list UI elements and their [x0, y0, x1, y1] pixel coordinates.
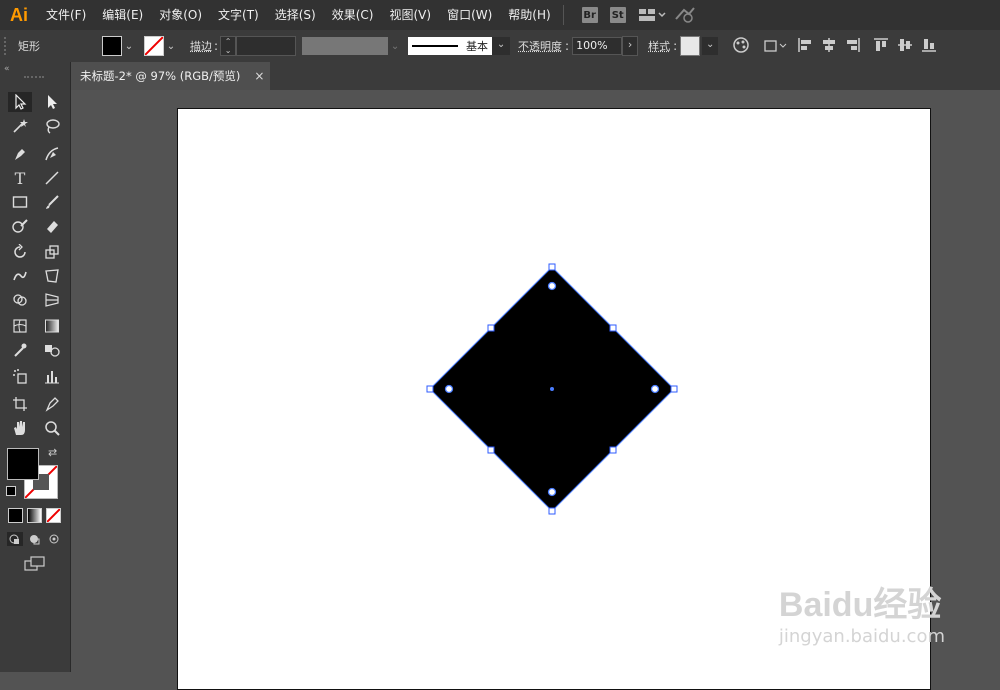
menu-edit[interactable]: 编辑(E) — [94, 0, 151, 30]
align-bottom-icon[interactable] — [920, 36, 938, 57]
draw-inside-icon[interactable] — [47, 532, 63, 546]
menu-view[interactable]: 视图(V) — [381, 0, 439, 30]
free-transform-tool-icon[interactable] — [40, 266, 64, 286]
transform-icon[interactable] — [762, 36, 788, 57]
mesh-tool-icon[interactable] — [8, 316, 32, 336]
variable-width-profile[interactable] — [302, 37, 389, 55]
style-dropdown-icon[interactable]: ⌄ — [702, 37, 719, 55]
panel-grip — [24, 76, 44, 78]
menu-effect[interactable]: 效果(C) — [324, 0, 382, 30]
line-segment-tool-icon[interactable] — [40, 168, 64, 188]
brush-line — [412, 45, 459, 47]
align-left-icon[interactable] — [796, 36, 814, 57]
zoom-tool-icon[interactable] — [40, 418, 64, 438]
stroke-weight-input[interactable] — [236, 36, 297, 56]
rectangle-tool-icon[interactable] — [8, 192, 32, 212]
menu-type[interactable]: 文字(T) — [210, 0, 267, 30]
workspace-switcher-icon[interactable] — [638, 7, 666, 23]
rotate-tool-icon[interactable] — [8, 242, 32, 262]
gradient-tool-icon[interactable] — [40, 316, 64, 336]
artboard-tool-icon[interactable] — [8, 394, 32, 414]
default-fill-stroke-icon[interactable] — [6, 486, 16, 496]
none-mode-button[interactable] — [46, 508, 61, 523]
fill-dropdown-icon[interactable]: ⌄ — [122, 41, 136, 52]
baidu-watermark: Baidu经验 jingyan.baidu.com — [779, 577, 945, 647]
document-tab-title: 未标题-2* @ 97% (RGB/预览) — [80, 69, 241, 83]
variable-width-dropdown-icon[interactable]: ⌄ — [388, 41, 402, 52]
slice-tool-icon[interactable] — [40, 394, 64, 414]
menu-window[interactable]: 窗口(W) — [439, 0, 500, 30]
app-logo: Ai — [10, 4, 28, 25]
pen-tool-icon[interactable] — [8, 144, 32, 164]
fill-color-box[interactable] — [7, 448, 39, 480]
scale-tool-icon[interactable] — [40, 242, 64, 262]
shape-builder-tool-icon[interactable] — [8, 290, 32, 310]
selection-tool-icon[interactable] — [8, 92, 32, 112]
align-horizontal-center-icon[interactable] — [820, 36, 838, 57]
stock-button[interactable]: St — [609, 7, 626, 23]
opacity-label[interactable]: 不透明度 — [518, 38, 562, 54]
object-type-label: 矩形 — [18, 40, 40, 53]
warp-tool-icon[interactable] — [8, 266, 32, 286]
bridge-button[interactable]: Br — [581, 7, 598, 23]
menu-bar: Ai 文件(F) 编辑(E) 对象(O) 文字(T) 选择(S) 效果(C) 视… — [0, 0, 1000, 30]
hand-tool-icon[interactable] — [8, 418, 32, 438]
stroke-colon: : — [214, 39, 219, 53]
menu-divider — [562, 5, 576, 25]
canvas-area[interactable]: Baidu经验 jingyan.baidu.com — [71, 90, 1000, 690]
watermark-brand: Baidu经验 — [778, 586, 942, 624]
menu-object[interactable]: 对象(O) — [151, 0, 210, 30]
stroke-dropdown-icon[interactable]: ⌄ — [164, 41, 178, 52]
panel-grip — [4, 37, 10, 55]
eraser-tool-icon[interactable] — [40, 216, 64, 236]
gradient-mode-button[interactable] — [27, 508, 42, 523]
lasso-tool-icon[interactable] — [40, 116, 64, 136]
menu-help[interactable]: 帮助(H) — [500, 0, 558, 30]
brush-definition[interactable]: 基本 — [408, 37, 493, 55]
stroke-weight-stepper[interactable]: ⌃ ⌄ — [220, 36, 237, 56]
recolor-artwork-icon[interactable] — [732, 36, 750, 57]
type-tool-icon[interactable]: T — [8, 168, 32, 188]
magic-wand-tool-icon[interactable] — [8, 116, 32, 136]
watermark-url: jingyan.baidu.com — [778, 626, 945, 647]
opacity-input[interactable]: 100% — [572, 37, 623, 55]
draw-normal-icon[interactable] — [7, 532, 23, 546]
fill-swatch[interactable] — [102, 36, 122, 56]
style-swatch[interactable] — [680, 36, 701, 56]
style-label[interactable]: 样式 — [648, 38, 670, 54]
align-right-icon[interactable] — [844, 36, 862, 57]
shaper-tool-icon[interactable] — [8, 216, 32, 236]
align-vertical-center-icon[interactable] — [896, 36, 914, 57]
close-tab-icon[interactable]: × — [254, 69, 264, 83]
perspective-grid-tool-icon[interactable] — [40, 290, 64, 310]
symbol-sprayer-tool-icon[interactable] — [8, 366, 32, 386]
tools-panel: « T ⇄ — [0, 62, 71, 672]
brush-dropdown-icon[interactable]: ⌄ — [492, 37, 511, 55]
change-screen-mode-icon[interactable] — [24, 556, 46, 575]
align-top-icon[interactable] — [872, 36, 890, 57]
menu-file[interactable]: 文件(F) — [38, 0, 94, 30]
paintbrush-tool-icon[interactable] — [40, 192, 64, 212]
draw-behind-icon[interactable] — [27, 532, 43, 546]
document-tab[interactable]: 未标题-2* @ 97% (RGB/预览) × — [70, 62, 270, 90]
control-bar: 矩形 ⌄ ⌄ 描边 : ⌃ ⌄ ⌄ 基本 ⌄ 不透明度 : 100% › 样式 :… — [0, 30, 1000, 63]
opacity-colon: : — [565, 39, 570, 53]
brush-profile-label: 基本 — [466, 40, 489, 53]
stroke-label[interactable]: 描边 — [190, 38, 212, 54]
column-graph-tool-icon[interactable] — [40, 366, 64, 386]
gpu-performance-icon[interactable] — [674, 5, 696, 26]
stroke-swatch[interactable] — [144, 36, 164, 56]
color-mode-button[interactable] — [8, 508, 23, 523]
eyedropper-tool-icon[interactable] — [8, 340, 32, 360]
opacity-arrow-icon[interactable]: › — [622, 36, 639, 56]
style-colon: : — [673, 39, 678, 53]
document-tab-bar: 未标题-2* @ 97% (RGB/预览) × — [70, 62, 1000, 90]
blend-tool-icon[interactable] — [40, 340, 64, 360]
curvature-tool-icon[interactable] — [40, 144, 64, 164]
collapse-panel-icon[interactable]: « — [4, 64, 10, 74]
menu-select[interactable]: 选择(S) — [267, 0, 324, 30]
direct-selection-tool-icon[interactable] — [40, 92, 64, 112]
swap-fill-stroke-icon[interactable]: ⇄ — [48, 446, 57, 459]
